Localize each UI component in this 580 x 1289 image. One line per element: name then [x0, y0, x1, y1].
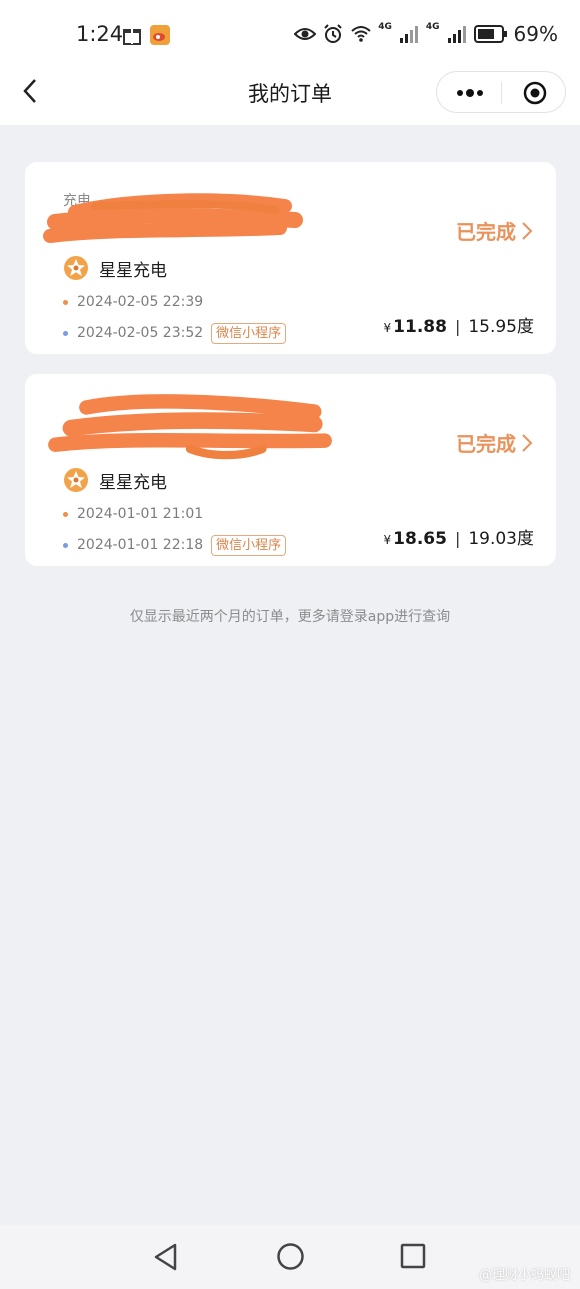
- brand: 星星充电: [63, 467, 167, 493]
- battery-percent: 69%: [513, 22, 558, 46]
- order-amount: ¥ 18.65 | 19.03度: [384, 524, 534, 549]
- order-card[interactable]: 充电 已完成 星星充电 2024-02-05 22:39 2024-02-05 …: [25, 162, 556, 354]
- system-home-icon[interactable]: [276, 1242, 305, 1271]
- battery-icon: [473, 25, 507, 43]
- signal-icon: [399, 26, 418, 43]
- capsule-divider: [501, 82, 502, 104]
- end-dot: [63, 542, 68, 548]
- brand-name: 星星充电: [99, 260, 167, 281]
- eye-icon: [294, 28, 317, 40]
- currency-symbol: ¥: [383, 533, 392, 547]
- order-status-label: 已完成: [456, 220, 516, 244]
- system-back-icon[interactable]: [152, 1242, 180, 1272]
- channel-tag: 微信小程序: [211, 534, 287, 556]
- order-status[interactable]: 已完成: [456, 216, 534, 245]
- alarm-icon: [324, 24, 342, 43]
- status-right: 4G 4G 69%: [294, 22, 558, 46]
- star-charging-logo-icon: [64, 468, 88, 492]
- status-time: 1:24: [76, 22, 124, 46]
- start-time-row: 2024-01-01 21:01: [63, 502, 286, 526]
- order-energy: 15.95度: [468, 317, 534, 337]
- miniprogram-capsule: [436, 71, 566, 113]
- history-limit-note: 仅显示最近两个月的订单，更多请登录app进行查询: [129, 609, 451, 625]
- chevron-right-icon: [522, 221, 533, 240]
- redaction-scribble: [48, 394, 332, 460]
- nav-bar: 我的订单: [0, 68, 580, 125]
- close-icon[interactable]: [523, 81, 547, 105]
- start-dot: [63, 511, 68, 517]
- signal-icon: [447, 26, 466, 43]
- end-dot: [63, 330, 68, 336]
- weibo-icon: [150, 25, 170, 45]
- end-time: 2024-02-05 23:52: [77, 325, 204, 341]
- charging-timeline: 2024-02-05 22:39 2024-02-05 23:52 微信小程序: [63, 290, 287, 352]
- currency-symbol: ¥: [383, 321, 392, 335]
- start-time: 2024-02-05 22:39: [77, 294, 204, 310]
- status-left-icons: [121, 24, 171, 46]
- network-2-label: 4G: [425, 22, 440, 32]
- gift-icon: [123, 29, 141, 45]
- start-time-row: 2024-02-05 22:39: [63, 290, 286, 314]
- start-time: 2024-01-01 21:01: [77, 506, 204, 522]
- redaction-scribble: [43, 193, 303, 243]
- system-recents-icon[interactable]: [400, 1243, 426, 1269]
- brand-name: 星星充电: [99, 472, 167, 493]
- end-time-row: 2024-02-05 23:52 微信小程序: [63, 321, 287, 345]
- order-status-label: 已完成: [456, 432, 516, 456]
- amount-separator: |: [454, 529, 461, 548]
- watermark: @理财小蚂蚁吧: [478, 1268, 570, 1283]
- more-icon[interactable]: [455, 84, 485, 102]
- amount-separator: |: [454, 317, 461, 336]
- order-card[interactable]: 已完成 星星充电 2024-01-01 21:01 2024-01-01 22:…: [25, 374, 556, 566]
- order-amount: ¥ 11.88 | 15.95度: [384, 312, 534, 337]
- order-price: 11.88: [393, 317, 447, 337]
- star-charging-logo-icon: [64, 256, 88, 280]
- wifi-icon: [351, 26, 371, 42]
- brand: 星星充电: [63, 255, 167, 281]
- status-bar: 1:24 4G 4G 69%: [0, 0, 580, 68]
- charging-timeline: 2024-01-01 21:01 2024-01-01 22:18 微信小程序: [63, 502, 287, 564]
- end-time-row: 2024-01-01 22:18 微信小程序: [63, 533, 287, 557]
- order-price: 18.65: [393, 529, 447, 549]
- start-dot: [63, 299, 68, 305]
- end-time: 2024-01-01 22:18: [77, 537, 204, 553]
- order-energy: 19.03度: [468, 529, 534, 549]
- chevron-right-icon: [522, 433, 533, 452]
- channel-tag: 微信小程序: [211, 322, 287, 344]
- order-status[interactable]: 已完成: [456, 428, 534, 457]
- network-1-label: 4G: [378, 22, 392, 32]
